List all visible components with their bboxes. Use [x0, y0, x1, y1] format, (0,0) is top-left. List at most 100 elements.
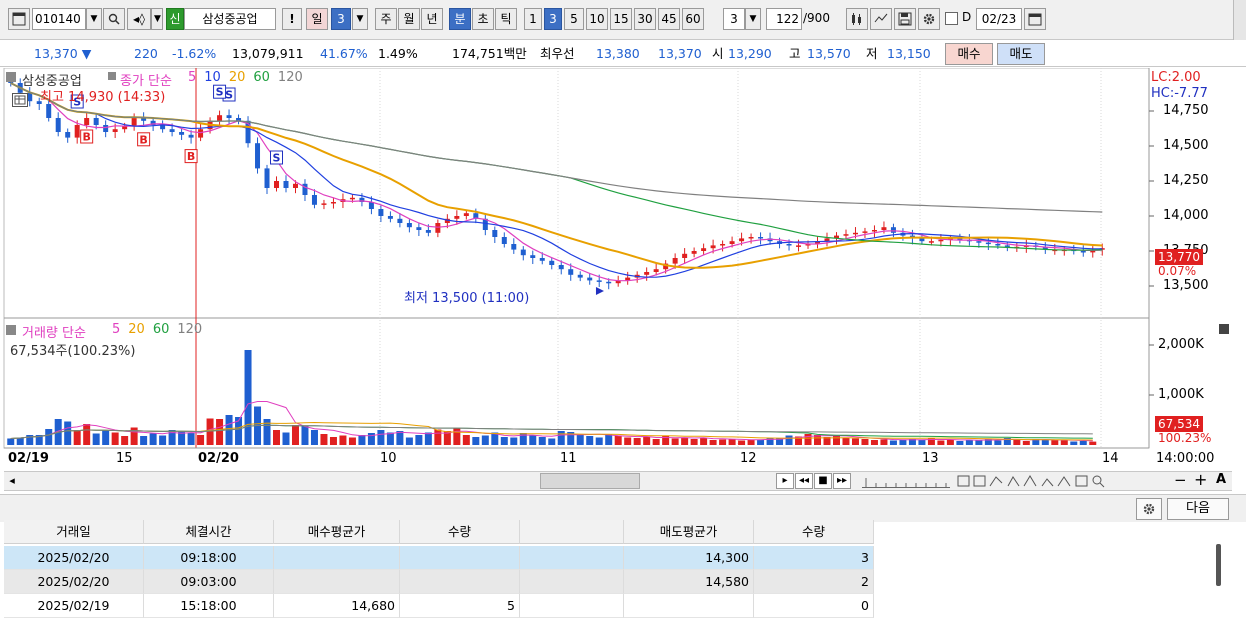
scroll-left-button[interactable]: ◂	[4, 473, 20, 489]
grid-header-cell[interactable]: 매수평균가	[274, 520, 400, 544]
grid-header-cell[interactable]: 매도평균가	[624, 520, 754, 544]
period-day-dropdown-icon[interactable]: ▼	[352, 8, 368, 30]
scroll-bar[interactable]: ◂ ▸ ◂◂ ■ ▸▸ − + A	[4, 470, 1232, 491]
grid-header-cell[interactable]: 체결시간	[144, 520, 274, 544]
volume-bar	[348, 437, 356, 445]
minute-option-3[interactable]: 3	[544, 8, 562, 30]
alert-button[interactable]: !	[282, 8, 302, 30]
date-input[interactable]: 02/23	[976, 8, 1022, 30]
candle	[520, 249, 526, 256]
panel-handle-icon[interactable]	[6, 72, 16, 82]
speaker-dropdown-icon[interactable]: ▼	[151, 8, 163, 30]
ma-legend-5: 5	[188, 70, 197, 85]
trend-line-icon[interactable]	[870, 8, 892, 30]
candle	[217, 115, 223, 121]
drawing-tools-icon[interactable]	[956, 473, 1126, 489]
period-minute-tab[interactable]: 분	[449, 8, 471, 30]
table-cell: 2025/02/20	[4, 546, 144, 570]
grid-header-cell[interactable]	[520, 520, 624, 544]
time-axis-label: 15	[116, 451, 133, 466]
volume-bar	[45, 429, 53, 445]
candle	[577, 274, 583, 278]
candle	[672, 258, 678, 264]
time-axis-label: 11	[560, 451, 577, 466]
grid-header-cell[interactable]: 거래일	[4, 520, 144, 544]
svg-text:B: B	[139, 133, 147, 146]
period-week-tab[interactable]: 주	[375, 8, 397, 30]
volume-bar	[1013, 440, 1021, 445]
stock-name-field[interactable]: 삼성중공업	[184, 8, 276, 30]
count-input[interactable]: 122	[766, 8, 802, 30]
gear-icon[interactable]	[918, 8, 940, 30]
grid-toggle-icon[interactable]	[12, 93, 28, 107]
next-button[interactable]: 다음	[1167, 498, 1229, 520]
volume-bar	[747, 440, 755, 445]
sell-button[interactable]: 매도	[997, 43, 1045, 65]
playback-button[interactable]: ▸▸	[833, 473, 851, 489]
chart-area[interactable]: SSBBBSS 삼성중공업 종가 단순 5 10 20 60 120 최고 14,930…	[0, 67, 1246, 493]
minute-option-60[interactable]: 60	[682, 8, 704, 30]
volume-bar	[643, 437, 651, 445]
candle	[682, 253, 688, 258]
volume-bar	[1079, 441, 1087, 445]
period-day-tab[interactable]: 일	[306, 8, 328, 30]
zoom-in-button[interactable]: +	[1194, 470, 1207, 489]
auto-scale-button[interactable]: A	[1216, 472, 1226, 487]
code-dropdown-icon[interactable]: ▼	[86, 8, 102, 30]
candle	[748, 237, 754, 239]
volume-bar	[538, 437, 546, 445]
interval-dropdown-icon[interactable]: ▼	[745, 8, 761, 30]
period-second-tab[interactable]: 초	[472, 8, 494, 30]
high-label: 고	[789, 46, 801, 61]
grid-settings-gear-icon[interactable]	[1136, 498, 1162, 520]
period-day-num[interactable]: 3	[331, 8, 351, 30]
save-icon[interactable]	[894, 8, 916, 30]
grid-header-cell[interactable]: 수량	[754, 520, 874, 544]
search-icon[interactable]	[103, 8, 125, 30]
window-icon[interactable]	[8, 8, 30, 30]
table-cell: 14,300	[624, 546, 754, 570]
turnover-rate: 1.49%	[378, 46, 418, 61]
buy-button[interactable]: 매수	[945, 43, 993, 65]
volume-bar	[690, 439, 698, 445]
interval-input[interactable]: 3	[723, 8, 745, 30]
period-month-tab[interactable]: 월	[398, 8, 420, 30]
date-checkbox[interactable]	[945, 12, 958, 25]
volume-bar	[434, 429, 442, 445]
speaker-icon[interactable]: ◂◊	[127, 8, 151, 30]
playback-button[interactable]: ◂◂	[795, 473, 813, 489]
period-tick-tab[interactable]: 틱	[495, 8, 517, 30]
volume-bar	[757, 439, 765, 445]
volume-bar	[291, 425, 299, 445]
panel-close-icon[interactable]	[1219, 324, 1229, 334]
volume-bar	[595, 437, 603, 445]
volume-tick: 2,000K	[1158, 337, 1204, 352]
volume-bar	[832, 436, 840, 445]
volume-bar	[320, 434, 328, 445]
minute-option-10[interactable]: 10	[586, 8, 608, 30]
volume-bar	[918, 439, 926, 445]
table-cell: 0	[754, 594, 874, 618]
chart-type-icon[interactable]	[846, 8, 868, 30]
minute-option-1[interactable]: 1	[524, 8, 542, 30]
grid-header-cell[interactable]: 수량	[400, 520, 520, 544]
volume-panel-handle-icon[interactable]	[6, 325, 16, 335]
playback-button[interactable]: ■	[814, 473, 832, 489]
scroll-thumb[interactable]	[540, 473, 640, 489]
stock-chart[interactable]: SSB BBSS	[0, 67, 1246, 493]
signal-s: S	[213, 84, 227, 99]
period-year-tab[interactable]: 년	[421, 8, 443, 30]
table-cell	[274, 546, 400, 570]
stock-code-input[interactable]: 010140	[32, 8, 86, 30]
playback-button[interactable]: ▸	[776, 473, 794, 489]
volume-bar	[216, 419, 224, 445]
minute-option-5[interactable]: 5	[564, 8, 584, 30]
minute-option-45[interactable]: 45	[658, 8, 680, 30]
calendar-icon[interactable]	[1024, 8, 1046, 30]
minute-option-15[interactable]: 15	[610, 8, 632, 30]
zoom-ruler[interactable]	[862, 474, 950, 488]
minute-option-30[interactable]: 30	[634, 8, 656, 30]
signal-b: B	[80, 129, 94, 144]
zoom-out-button[interactable]: −	[1174, 471, 1187, 489]
grid-scrollbar-thumb[interactable]	[1216, 544, 1221, 586]
